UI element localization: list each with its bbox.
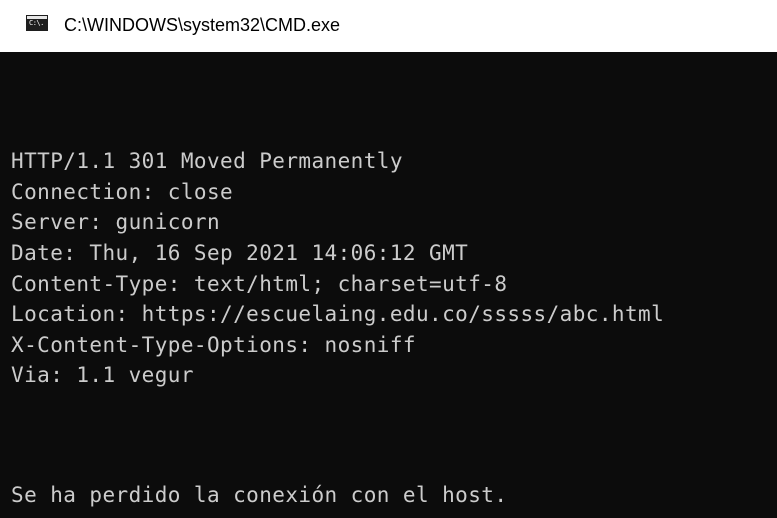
terminal-line: HTTP/1.1 301 Moved Permanently [11,149,403,173]
terminal-output[interactable]: HTTP/1.1 301 Moved Permanently Connectio… [0,52,777,518]
console-icon-text: C:\. [29,19,44,27]
terminal-line: Content-Type: text/html; charset=utf-8 [11,272,508,296]
title-bar[interactable]: C:\. C:\WINDOWS\system32\CMD.exe [0,0,777,52]
cmd-console-icon[interactable]: C:\. [26,15,48,31]
terminal-line: Via: 1.1 vegur [11,363,194,387]
connection-lost-message: Se ha perdido la conexión con el host. [11,483,508,507]
cmd-window: C:\. C:\WINDOWS\system32\CMD.exe HTTP/1.… [0,0,777,518]
window-title: C:\WINDOWS\system32\CMD.exe [64,15,341,35]
terminal-line: Date: Thu, 16 Sep 2021 14:06:12 GMT [11,241,469,265]
terminal-line: Server: gunicorn [11,210,221,234]
terminal-line: X-Content-Type-Options: nosniff [11,333,416,357]
terminal-line: Connection: close [11,180,234,204]
terminal-line: Location: https://escuelaing.edu.co/ssss… [11,302,665,326]
